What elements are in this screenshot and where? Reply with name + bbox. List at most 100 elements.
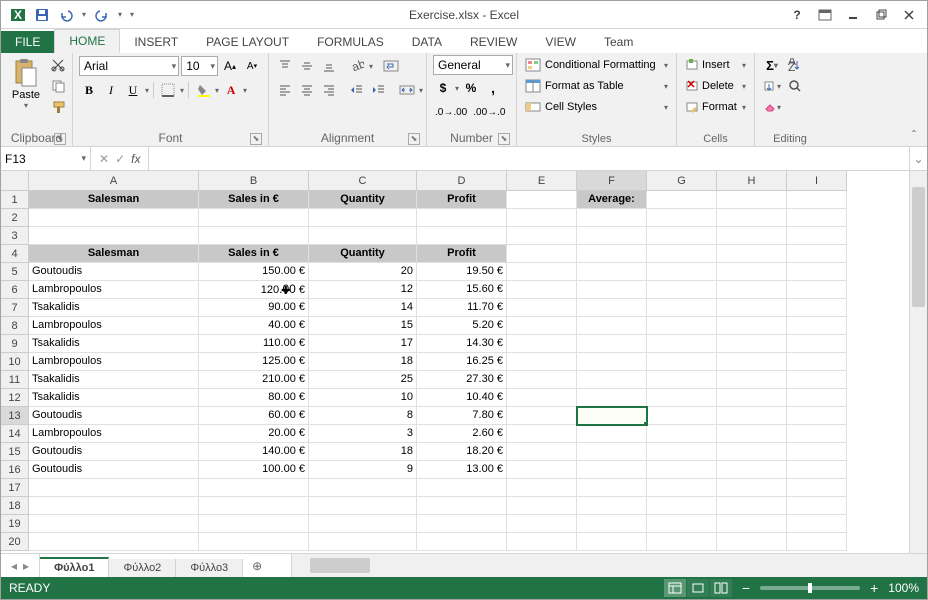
cell-C7[interactable]: 14 xyxy=(309,299,417,317)
row-header-10[interactable]: 10 xyxy=(1,353,29,371)
cell-B4[interactable]: Sales in € xyxy=(199,245,309,263)
qat-customize[interactable]: ▾ xyxy=(127,4,137,26)
zoom-thumb[interactable] xyxy=(808,583,812,593)
row-header-20[interactable]: 20 xyxy=(1,533,29,551)
cell-G11[interactable] xyxy=(647,371,717,389)
row-header-6[interactable]: 6 xyxy=(1,281,29,299)
cell-D14[interactable]: 2.60 € xyxy=(417,425,507,443)
cell-A17[interactable] xyxy=(29,479,199,497)
cell-F5[interactable] xyxy=(577,263,647,281)
cell-E6[interactable] xyxy=(507,281,577,299)
cell-H15[interactable] xyxy=(717,443,787,461)
page-layout-view-button[interactable] xyxy=(687,579,709,597)
cell-A20[interactable] xyxy=(29,533,199,551)
cells-area[interactable]: SalesmanSales in €QuantityProfitAverage:… xyxy=(29,191,909,553)
column-header-H[interactable]: H xyxy=(717,171,787,191)
cell-I15[interactable] xyxy=(787,443,847,461)
column-header-A[interactable]: A xyxy=(29,171,199,191)
cell-I19[interactable] xyxy=(787,515,847,533)
cell-H20[interactable] xyxy=(717,533,787,551)
cell-B14[interactable]: 20.00 € xyxy=(199,425,309,443)
cell-E10[interactable] xyxy=(507,353,577,371)
cell-G18[interactable] xyxy=(647,497,717,515)
cell-F10[interactable] xyxy=(577,353,647,371)
clipboard-dialog-launcher[interactable]: ⬊ xyxy=(54,133,66,145)
cell-E12[interactable] xyxy=(507,389,577,407)
cell-I13[interactable] xyxy=(787,407,847,425)
column-header-B[interactable]: B xyxy=(199,171,309,191)
vertical-scrollbar[interactable] xyxy=(909,171,927,553)
cell-D3[interactable] xyxy=(417,227,507,245)
cell-I3[interactable] xyxy=(787,227,847,245)
row-header-11[interactable]: 11 xyxy=(1,371,29,389)
align-bottom-button[interactable] xyxy=(319,56,339,76)
cell-F20[interactable] xyxy=(577,533,647,551)
spreadsheet-grid[interactable]: ABCDEFGHI 123456789101112131415161718192… xyxy=(1,171,927,553)
cell-F3[interactable] xyxy=(577,227,647,245)
horizontal-scrollbar[interactable] xyxy=(291,554,927,577)
cell-B7[interactable]: 90.00 € xyxy=(199,299,309,317)
cell-G10[interactable] xyxy=(647,353,717,371)
save-button[interactable] xyxy=(31,4,53,26)
close-button[interactable] xyxy=(897,5,921,25)
cell-F11[interactable] xyxy=(577,371,647,389)
sort-filter-button[interactable]: AZ xyxy=(785,55,805,75)
cell-D18[interactable] xyxy=(417,497,507,515)
cell-D1[interactable]: Profit xyxy=(417,191,507,209)
row-header-12[interactable]: 12 xyxy=(1,389,29,407)
increase-font-button[interactable]: A▴ xyxy=(220,56,240,76)
paste-button[interactable]: Paste ▾ xyxy=(7,55,45,112)
cell-C4[interactable]: Quantity xyxy=(309,245,417,263)
cell-E16[interactable] xyxy=(507,461,577,479)
orientation-button[interactable]: ab xyxy=(347,56,367,76)
ribbon-display-button[interactable] xyxy=(813,5,837,25)
row-headers[interactable]: 1234567891011121314151617181920 xyxy=(1,191,29,553)
cell-C14[interactable]: 3 xyxy=(309,425,417,443)
cell-G4[interactable] xyxy=(647,245,717,263)
cell-I17[interactable] xyxy=(787,479,847,497)
cell-F7[interactable] xyxy=(577,299,647,317)
row-header-7[interactable]: 7 xyxy=(1,299,29,317)
decrease-indent-button[interactable] xyxy=(347,80,367,100)
sheet-tab-Φύλλο1[interactable]: Φύλλο1 xyxy=(40,557,109,577)
cell-E15[interactable] xyxy=(507,443,577,461)
cell-B1[interactable]: Sales in € xyxy=(199,191,309,209)
cell-C11[interactable]: 25 xyxy=(309,371,417,389)
cell-D17[interactable] xyxy=(417,479,507,497)
column-header-D[interactable]: D xyxy=(417,171,507,191)
wrap-text-button[interactable] xyxy=(381,56,401,76)
cut-button[interactable] xyxy=(49,55,69,75)
formula-input[interactable] xyxy=(149,147,909,170)
column-header-E[interactable]: E xyxy=(507,171,577,191)
zoom-level[interactable]: 100% xyxy=(888,581,919,595)
cell-F19[interactable] xyxy=(577,515,647,533)
cell-G17[interactable] xyxy=(647,479,717,497)
cell-E17[interactable] xyxy=(507,479,577,497)
cell-E13[interactable] xyxy=(507,407,577,425)
cell-D7[interactable]: 11.70 € xyxy=(417,299,507,317)
cell-B10[interactable]: 125.00 € xyxy=(199,353,309,371)
tab-formulas[interactable]: FORMULAS xyxy=(303,31,398,53)
alignment-dialog-launcher[interactable]: ⬊ xyxy=(408,133,420,145)
cell-G9[interactable] xyxy=(647,335,717,353)
cell-A6[interactable]: Lambropoulos xyxy=(29,281,199,299)
cell-C13[interactable]: 8 xyxy=(309,407,417,425)
cell-G16[interactable] xyxy=(647,461,717,479)
cell-I2[interactable] xyxy=(787,209,847,227)
cell-F12[interactable] xyxy=(577,389,647,407)
cell-C19[interactable] xyxy=(309,515,417,533)
cell-C3[interactable] xyxy=(309,227,417,245)
scrollbar-thumb[interactable] xyxy=(912,187,925,307)
font-size-combo[interactable]: 10▾ xyxy=(181,56,218,76)
cell-B2[interactable] xyxy=(199,209,309,227)
cell-B20[interactable] xyxy=(199,533,309,551)
comma-button[interactable]: , xyxy=(483,78,503,98)
font-color-button[interactable]: A xyxy=(221,80,241,100)
cell-B19[interactable] xyxy=(199,515,309,533)
autosum-button[interactable]: Σ ▾ xyxy=(761,55,783,75)
sheet-tab-Φύλλο2[interactable]: Φύλλο2 xyxy=(109,559,176,577)
cell-C1[interactable]: Quantity xyxy=(309,191,417,209)
number-dialog-launcher[interactable]: ⬊ xyxy=(498,133,510,145)
decrease-font-button[interactable]: A▾ xyxy=(242,56,262,76)
cell-I5[interactable] xyxy=(787,263,847,281)
